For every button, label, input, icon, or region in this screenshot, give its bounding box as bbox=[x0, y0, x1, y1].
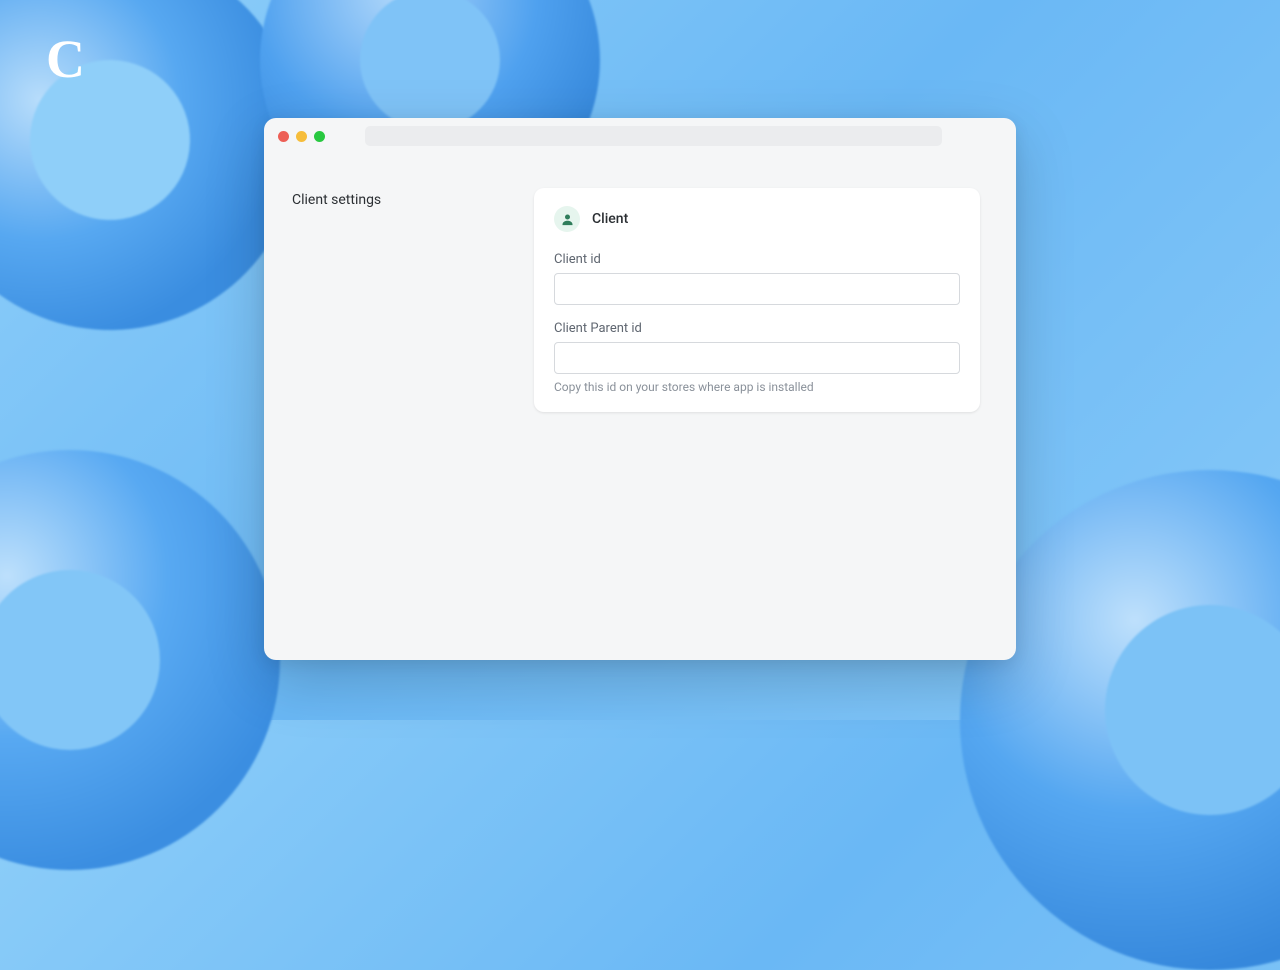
main-content: Client Client id Client Parent id Copy t… bbox=[534, 188, 980, 412]
client-id-field: Client id bbox=[554, 252, 960, 305]
window-controls bbox=[278, 131, 325, 142]
window-titlebar bbox=[264, 118, 1016, 154]
client-parent-id-field: Client Parent id Copy this id on your st… bbox=[554, 321, 960, 394]
client-parent-id-label: Client Parent id bbox=[554, 321, 960, 336]
client-parent-id-input[interactable] bbox=[554, 342, 960, 374]
card-title: Client bbox=[592, 211, 628, 227]
window-body: Client settings Client Client id Client … bbox=[264, 154, 1016, 432]
sidebar-title: Client settings bbox=[292, 192, 510, 208]
bg-shape bbox=[0, 450, 280, 870]
client-parent-id-help: Copy this id on your stores where app is… bbox=[554, 380, 960, 394]
card-header: Client bbox=[554, 206, 960, 232]
address-bar[interactable] bbox=[365, 126, 942, 146]
sidebar: Client settings bbox=[292, 188, 510, 412]
minimize-icon[interactable] bbox=[296, 131, 307, 142]
maximize-icon[interactable] bbox=[314, 131, 325, 142]
person-icon bbox=[554, 206, 580, 232]
client-card: Client Client id Client Parent id Copy t… bbox=[534, 188, 980, 412]
browser-window: Client settings Client Client id Client … bbox=[264, 118, 1016, 660]
close-icon[interactable] bbox=[278, 131, 289, 142]
brand-logo: C bbox=[46, 28, 85, 90]
client-id-label: Client id bbox=[554, 252, 960, 267]
client-id-input[interactable] bbox=[554, 273, 960, 305]
